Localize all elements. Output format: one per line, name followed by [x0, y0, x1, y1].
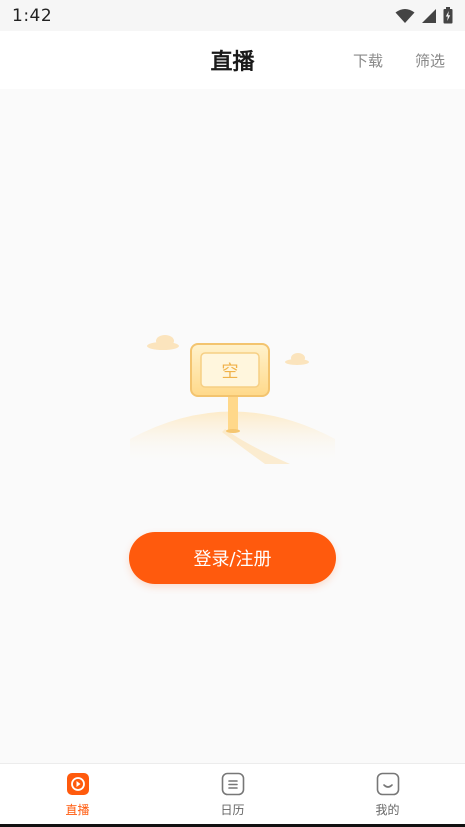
bottom-nav: 直播 日历 我的 [0, 763, 465, 824]
status-bar: 1:42 [0, 0, 465, 31]
empty-state-illustration: 空 [130, 335, 335, 464]
nav-item-profile[interactable]: 我的 [310, 764, 465, 824]
nav-item-live[interactable]: 直播 [0, 764, 155, 824]
nav-label-profile: 我的 [375, 803, 400, 817]
battery-charging-icon [443, 7, 453, 24]
calendar-icon [221, 772, 244, 796]
download-button[interactable]: 下载 [353, 31, 383, 89]
sign-text: 空 [222, 362, 239, 382]
cloud-right-icon [285, 353, 309, 365]
main-content: 空 登录/注册 [0, 89, 465, 763]
cell-signal-icon [422, 8, 436, 23]
page-title: 直播 [210, 50, 255, 75]
status-time: 1:42 [12, 5, 53, 26]
app-screen: 1:42 直播 下载 筛选 空 登录/注册 直播 日历 我的 [0, 0, 465, 827]
status-icons [395, 7, 453, 24]
cloud-left-icon [147, 335, 179, 350]
live-play-icon [66, 773, 89, 795]
profile-face-icon [376, 772, 399, 796]
wifi-icon [395, 8, 415, 23]
nav-item-calendar[interactable]: 日历 [155, 764, 310, 824]
header-bar: 直播 下载 筛选 [0, 31, 465, 89]
nav-label-calendar: 日历 [220, 803, 245, 817]
nav-label-live: 直播 [65, 803, 90, 817]
filter-button[interactable]: 筛选 [415, 31, 445, 89]
login-register-button[interactable]: 登录/注册 [129, 532, 336, 584]
